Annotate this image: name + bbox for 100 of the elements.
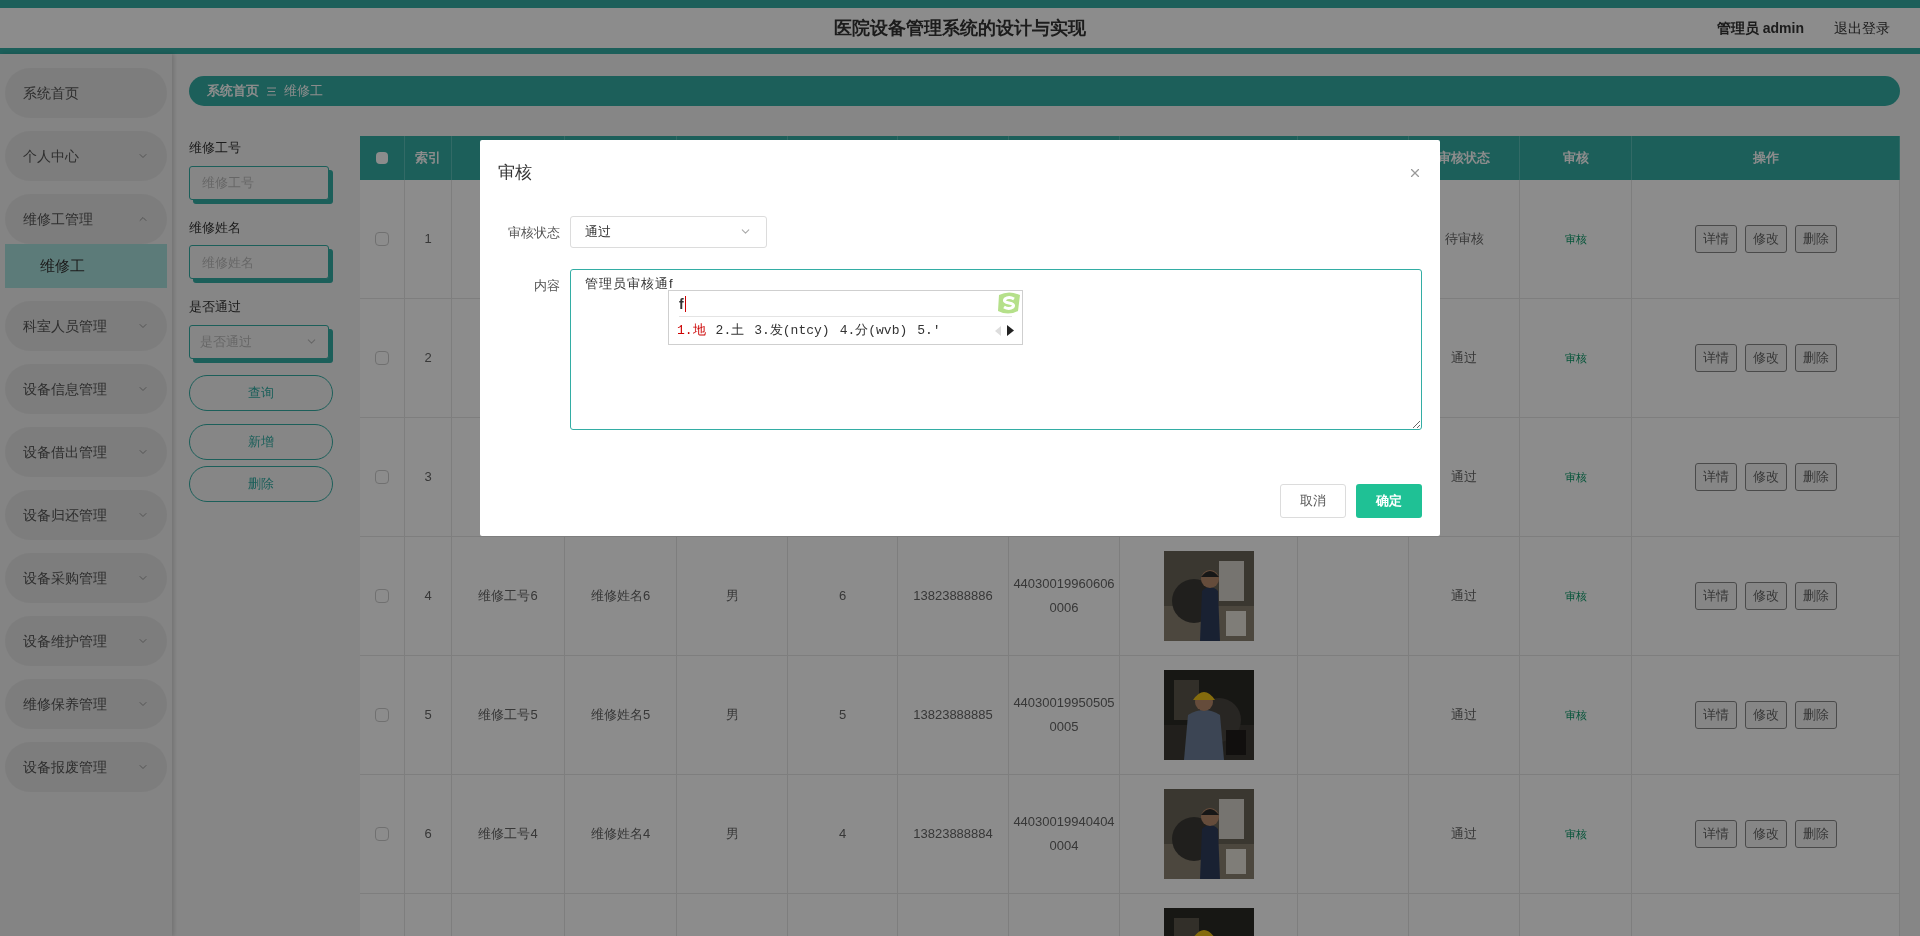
search-panel-button[interactable]: 新增 xyxy=(189,423,333,460)
table-cell-text: 通过 xyxy=(1451,349,1477,367)
review-link[interactable]: 审核 xyxy=(1564,230,1587,248)
row-action-button[interactable]: 详情 xyxy=(1694,463,1737,491)
sidebar-item[interactable]: 个人中心 xyxy=(5,131,167,181)
submenu-item[interactable]: 维修工 xyxy=(5,244,167,288)
breadcrumb-current: 维修工 xyxy=(284,82,323,101)
table-cell-text: 男 xyxy=(725,706,739,724)
review-link[interactable]: 审核 xyxy=(1564,587,1587,605)
table-cell-text: 维修工号5 xyxy=(478,706,538,724)
row-checkbox[interactable] xyxy=(375,708,389,722)
row-action-button[interactable]: 修改 xyxy=(1744,582,1787,610)
table-cell-text: 通过 xyxy=(1451,706,1477,724)
sidebar-item[interactable]: 系统首页 xyxy=(5,68,167,118)
column-header: 索引 xyxy=(415,149,441,168)
sidebar-item[interactable]: 设备维护管理 xyxy=(5,616,167,666)
header-checkbox[interactable] xyxy=(376,152,388,164)
table-cell-text: 通过 xyxy=(1451,587,1477,605)
search-panel-button[interactable]: 删除 xyxy=(189,465,333,502)
table-cell-text: 6 xyxy=(838,587,847,605)
ime-candidate[interactable]: 2.土 xyxy=(715,320,745,341)
row-action-button[interactable]: 修改 xyxy=(1744,463,1787,491)
table-cell-text: 2 xyxy=(424,349,432,367)
review-link[interactable]: 审核 xyxy=(1564,349,1587,367)
row-checkbox[interactable] xyxy=(375,589,389,603)
arrow-left-icon[interactable] xyxy=(995,325,1001,336)
row-action-button[interactable]: 删除 xyxy=(1794,820,1837,848)
logout-link[interactable]: 退出登录 xyxy=(1834,17,1890,39)
row-action-button[interactable]: 详情 xyxy=(1694,701,1737,729)
breadcrumb-home[interactable]: 系统首页 xyxy=(207,81,259,101)
table-cell-text: 4 xyxy=(838,825,847,843)
field-label: 维修姓名 xyxy=(189,218,242,237)
table-cell-text: 13823888886 xyxy=(913,587,993,605)
row-action-button[interactable]: 删除 xyxy=(1794,463,1837,491)
row-action-button[interactable]: 修改 xyxy=(1744,225,1787,253)
review-link[interactable]: 审核 xyxy=(1564,825,1587,843)
table-cell-text: 4 xyxy=(424,587,432,605)
ime-candidate[interactable]: 3.发(ntcy) xyxy=(754,320,830,341)
table-cell-text: 1 xyxy=(424,230,432,248)
sidebar-item[interactable]: 设备借出管理 xyxy=(5,427,167,477)
row-action-button[interactable]: 修改 xyxy=(1744,820,1787,848)
column-header: 审核 xyxy=(1562,149,1589,168)
field-label: 维修工号 xyxy=(189,139,242,157)
row-action-button[interactable]: 修改 xyxy=(1744,344,1787,372)
table-cell-text: 维修姓名5 xyxy=(590,706,651,724)
row-checkbox[interactable] xyxy=(375,232,389,246)
ime-candidate[interactable]: 4.分(wvb) xyxy=(839,320,908,341)
confirm-button[interactable]: 确定 xyxy=(1356,484,1422,518)
review-link[interactable]: 审核 xyxy=(1564,468,1587,486)
ime-composition: f xyxy=(679,295,686,312)
column-header: 操作 xyxy=(1752,149,1779,168)
row-action-button[interactable]: 删除 xyxy=(1794,344,1837,372)
row-action-button[interactable]: 详情 xyxy=(1694,225,1737,253)
row-checkbox[interactable] xyxy=(375,351,389,365)
table-cell-text: 男 xyxy=(725,587,739,605)
sidebar-item[interactable]: 设备报废管理 xyxy=(5,742,167,792)
sidebar-item[interactable]: 设备信息管理 xyxy=(5,364,167,414)
arrow-right-icon[interactable] xyxy=(1007,325,1014,336)
table-cell-text: 维修姓名4 xyxy=(590,825,651,843)
ime-candidate[interactable]: 5.′ xyxy=(917,320,941,341)
row-action-button[interactable]: 修改 xyxy=(1744,701,1787,729)
form-label: 内容 xyxy=(533,276,561,295)
row-checkbox[interactable] xyxy=(375,827,389,841)
user-name: 管理员 admin xyxy=(1716,18,1804,38)
search-panel-button[interactable]: 查询 xyxy=(189,374,333,411)
table-cell-text: 440300199404040004 xyxy=(1013,813,1115,855)
form-label: 审核状态 xyxy=(507,223,561,242)
dialog-title: 审核 xyxy=(498,162,532,184)
table-cell-text: 待审核 xyxy=(1444,230,1484,248)
sidebar-item[interactable]: 设备归还管理 xyxy=(5,490,167,540)
row-action-button[interactable]: 详情 xyxy=(1694,582,1737,610)
row-action-button[interactable]: 删除 xyxy=(1794,225,1837,253)
table-cell-text: 通过 xyxy=(1451,468,1477,486)
row-action-button[interactable]: 删除 xyxy=(1794,701,1837,729)
menu-icon xyxy=(267,86,276,96)
table-cell-text: 通过 xyxy=(1451,825,1477,843)
table-cell-text: 5 xyxy=(424,706,432,724)
table-cell-text: 维修姓名6 xyxy=(590,587,651,605)
review-link[interactable]: 审核 xyxy=(1564,706,1587,724)
table-cell-text: 440300199505050005 xyxy=(1013,694,1115,736)
table-cell-text: 维修工号4 xyxy=(478,825,538,843)
sidebar-item[interactable]: 科室人员管理 xyxy=(5,301,167,351)
row-action-button[interactable]: 详情 xyxy=(1694,820,1737,848)
sidebar-item[interactable]: 设备采购管理 xyxy=(5,553,167,603)
sidebar-item[interactable]: 维修工管理 xyxy=(5,194,167,244)
sidebar-item[interactable]: 维修保养管理 xyxy=(5,679,167,729)
table-cell-text: 维修工号6 xyxy=(478,587,538,605)
cancel-button[interactable]: 取消 xyxy=(1280,484,1346,518)
ime-candidate[interactable]: 1.地 xyxy=(677,320,706,341)
status-select[interactable]: 通过 xyxy=(570,215,767,248)
window-title: 医院设备管理系统的设计与实现 xyxy=(834,16,1086,40)
table-cell-text: 13823888885 xyxy=(913,706,993,724)
row-action-button[interactable]: 删除 xyxy=(1794,582,1837,610)
table-cell-text: 3 xyxy=(424,468,432,486)
table-cell-text: 440300199606060006 xyxy=(1013,575,1115,617)
row-action-button[interactable]: 详情 xyxy=(1694,344,1737,372)
table-cell-text: 6 xyxy=(424,825,432,843)
table-cell-text: 5 xyxy=(838,706,847,724)
row-checkbox[interactable] xyxy=(375,470,389,484)
table-cell-text: 男 xyxy=(725,825,739,843)
